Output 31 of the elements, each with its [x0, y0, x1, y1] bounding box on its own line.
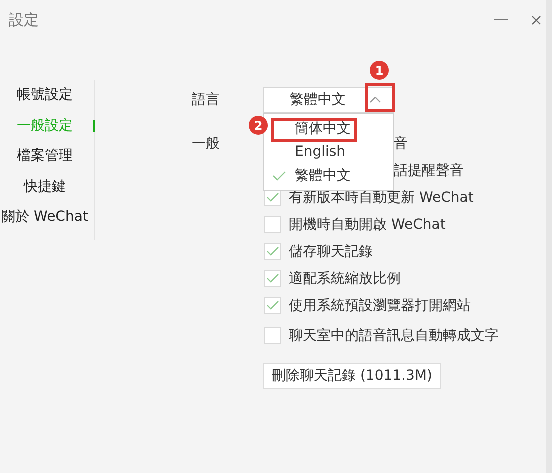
- menu-item[interactable]: 簡体中文: [295, 120, 351, 138]
- option-label: 適配系統縮放比例: [289, 270, 401, 288]
- menu-item[interactable]: 繁體中文: [295, 166, 351, 185]
- checkbox[interactable]: [264, 297, 281, 314]
- checkbox[interactable]: [264, 243, 281, 260]
- sidebar-item[interactable]: 帳號設定: [0, 80, 94, 110]
- option-label: 聊天室中的語音訊息自動轉成文字: [289, 326, 499, 344]
- window-title: 設定: [9, 10, 40, 30]
- step-badge: 1: [370, 61, 389, 80]
- language-label: 語言: [192, 91, 221, 110]
- close-icon[interactable]: [532, 16, 541, 24]
- option-label: 開機時自動開啟 WeChat: [289, 216, 446, 234]
- option-label: 使用系統預設瀏覽器打開網站: [289, 296, 471, 314]
- sidebar-item[interactable]: 檔案管理: [0, 141, 94, 172]
- option-label: 話提醒聲音: [394, 162, 464, 180]
- highlight-frame: [365, 83, 395, 112]
- sidebar-item[interactable]: 關於 WeChat: [0, 202, 94, 232]
- language-dropdown[interactable]: 繁體中文: [263, 87, 394, 113]
- minimize-icon[interactable]: [494, 19, 508, 21]
- checkbox[interactable]: [264, 327, 281, 344]
- caret-icon[interactable]: [370, 97, 381, 103]
- step-badge: 2: [249, 116, 268, 135]
- option-label: 儲存聊天記錄: [289, 242, 373, 260]
- option-label: 有新版本時自動更新 WeChat: [289, 188, 474, 206]
- general-label: 一般: [192, 134, 221, 154]
- option-label: 音: [394, 134, 408, 152]
- checkbox[interactable]: [264, 216, 281, 233]
- checkbox[interactable]: [264, 270, 281, 287]
- sidebar-item[interactable]: 快捷鍵: [0, 172, 94, 202]
- menu-item[interactable]: English: [295, 144, 346, 160]
- delete-history-button[interactable]: 刪除聊天記錄 (1011.3M): [263, 363, 442, 389]
